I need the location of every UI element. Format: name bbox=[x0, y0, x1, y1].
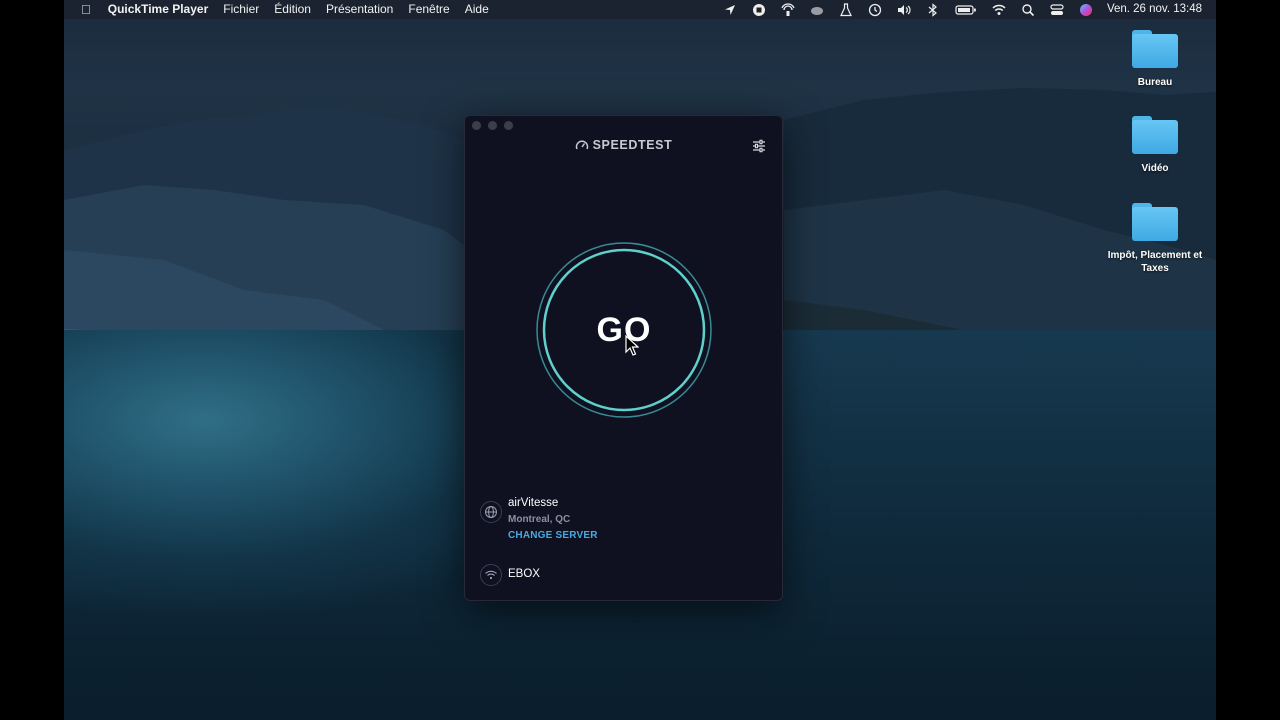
server-name: airVitesse bbox=[508, 497, 559, 509]
go-button[interactable]: GO bbox=[535, 241, 713, 419]
folder-icon bbox=[1132, 30, 1178, 68]
window-controls bbox=[472, 121, 520, 130]
menubar-clock[interactable]: Ven. 26 nov. 13:48 bbox=[1107, 0, 1202, 19]
menu-fichier[interactable]: Fichier bbox=[223, 0, 259, 19]
stop-recording-icon[interactable] bbox=[752, 3, 766, 17]
settings-sliders-icon[interactable] bbox=[752, 139, 766, 153]
globe-icon bbox=[480, 501, 502, 523]
app-menu[interactable]: QuickTime Player bbox=[108, 0, 209, 19]
wifi-icon[interactable] bbox=[992, 3, 1006, 17]
mouse-cursor-icon bbox=[625, 335, 639, 356]
siri-icon[interactable] bbox=[1079, 3, 1093, 17]
speedtest-window: SPEEDTEST GO airVitesse Montreal, QC CHA… bbox=[464, 115, 783, 601]
speedometer-icon bbox=[575, 140, 588, 150]
zoom-window-button[interactable] bbox=[504, 121, 513, 130]
wifi-icon bbox=[480, 564, 502, 586]
menu-aide[interactable]: Aide bbox=[465, 0, 489, 19]
folder-label: Vidéo bbox=[1141, 163, 1169, 174]
folder-label: Bureau bbox=[1137, 77, 1173, 88]
isp-name: EBOX bbox=[508, 568, 540, 580]
volume-icon[interactable] bbox=[897, 3, 911, 17]
speedtest-logo: SPEEDTEST bbox=[464, 138, 783, 152]
battery-icon[interactable] bbox=[955, 3, 977, 17]
folder-label: Impôt, Placement et Taxes bbox=[1107, 250, 1203, 274]
airdrop-icon[interactable] bbox=[781, 2, 795, 17]
location-icon[interactable] bbox=[723, 3, 737, 17]
server-location: Montreal, QC bbox=[508, 514, 571, 525]
menu-fenetre[interactable]: Fenêtre bbox=[408, 0, 449, 19]
close-window-button[interactable] bbox=[472, 121, 481, 130]
desktop-folder-bureau[interactable]: Bureau bbox=[1100, 30, 1210, 89]
menu-edition[interactable]: Édition bbox=[274, 0, 311, 19]
control-center-icon[interactable] bbox=[1050, 3, 1064, 17]
go-label: GO bbox=[596, 311, 652, 349]
folder-icon bbox=[1132, 116, 1178, 154]
menu-presentation[interactable]: Présentation bbox=[326, 0, 393, 19]
cloud-icon[interactable] bbox=[810, 3, 824, 17]
change-server-link[interactable]: CHANGE SERVER bbox=[508, 530, 598, 541]
logo-text: SPEEDTEST bbox=[592, 138, 673, 152]
time-machine-icon[interactable] bbox=[868, 3, 882, 17]
search-icon[interactable] bbox=[1021, 3, 1035, 17]
folder-icon bbox=[1132, 203, 1178, 241]
bluetooth-icon[interactable] bbox=[926, 2, 940, 17]
apple-menu-icon[interactable]:  bbox=[81, 0, 91, 19]
desktop-folder-video[interactable]: Vidéo bbox=[1100, 116, 1210, 175]
menu-bar:  QuickTime Player Fichier Édition Prése… bbox=[64, 0, 1216, 19]
minimize-window-button[interactable] bbox=[488, 121, 497, 130]
desktop-folder-impot[interactable]: Impôt, Placement et Taxes bbox=[1100, 203, 1210, 275]
flask-icon[interactable] bbox=[839, 2, 853, 17]
